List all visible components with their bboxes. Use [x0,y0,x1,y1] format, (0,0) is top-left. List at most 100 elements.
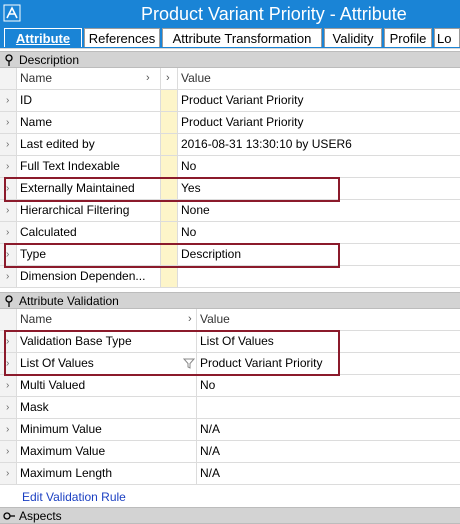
column-header-value[interactable]: Value [196,309,460,330]
row-selector[interactable]: › [0,331,17,352]
description-row-id[interactable]: › ID Product Variant Priority [0,90,460,112]
chevron-right-icon: › [6,336,10,347]
validation-row-mask[interactable]: › Mask [0,397,460,419]
row-selector [0,68,17,89]
property-value[interactable]: Yes [178,178,460,199]
row-selector[interactable]: › [0,200,17,221]
property-value[interactable]: Product Variant Priority [196,353,460,374]
validation-row-maximum-length[interactable]: › Maximum Length N/A [0,463,460,485]
description-row-calculated[interactable]: › Calculated No [0,222,460,244]
tab-profile[interactable]: Profile [384,28,432,47]
chevron-right-icon: › [146,72,150,84]
row-selector[interactable]: › [0,112,17,133]
description-row-hierarchical-filtering[interactable]: › Hierarchical Filtering None [0,200,460,222]
property-value[interactable]: No [196,375,460,396]
pin-icon[interactable] [4,54,14,66]
property-value[interactable]: List Of Values [196,331,460,352]
column-divider [160,244,178,265]
chevron-right-icon: › [6,161,10,172]
property-value[interactable]: No [178,222,460,243]
column-divider [160,178,178,199]
validation-row-multi-valued[interactable]: › Multi Valued No [0,375,460,397]
row-selector[interactable]: › [0,156,17,177]
column-divider [160,222,178,243]
description-section-label: Description [19,53,80,67]
row-selector[interactable]: › [0,419,17,440]
tab-validity[interactable]: Validity [324,28,382,47]
description-row-full-text-indexable[interactable]: › Full Text Indexable No [0,156,460,178]
column-header-name[interactable]: Name [17,309,187,330]
property-name: Type [20,247,47,261]
description-column-header: Name › › Value [0,68,460,90]
row-selector[interactable]: › [0,375,17,396]
chevron-right-icon: › [6,424,10,435]
property-name: Full Text Indexable [20,159,120,173]
column-divider [160,200,178,221]
property-name: ID [20,93,32,107]
description-section-header[interactable]: Description [0,51,460,68]
row-selector[interactable]: › [0,441,17,462]
tab-attribute-transformation[interactable]: Attribute Transformation [162,28,322,47]
property-value[interactable] [178,266,460,287]
property-value[interactable]: N/A [196,463,460,484]
property-name: Name [20,115,53,129]
edit-validation-rule-link[interactable]: Edit Validation Rule [22,488,126,506]
chevron-right-icon: › [6,358,10,369]
property-value[interactable]: None [178,200,460,221]
column-divider [160,266,178,287]
property-name: Mask [20,400,49,414]
property-name: Multi Valued [20,378,86,392]
property-name: Maximum Length [20,466,113,480]
property-value[interactable]: N/A [196,441,460,462]
property-value[interactable]: 2016-08-31 13:30:10 by USER6 [178,134,460,155]
validation-section-header[interactable]: Attribute Validation [0,292,460,309]
column-header-value[interactable]: Value [178,68,460,89]
pin-icon[interactable] [4,295,14,307]
description-row-last-edited-by[interactable]: › Last edited by 2016-08-31 13:30:10 by US… [0,134,460,156]
property-value[interactable]: Product Variant Priority [178,90,460,111]
chevron-right-icon: › [6,139,10,150]
aspects-section-header[interactable]: Aspects [0,507,460,524]
validation-row-minimum-value[interactable]: › Minimum Value N/A [0,419,460,441]
chevron-right-icon: › [6,183,10,194]
row-selector[interactable]: › [0,353,17,374]
row-selector[interactable]: › [0,90,17,111]
row-selector[interactable]: › [0,222,17,243]
row-selector[interactable]: › [0,244,17,265]
property-value[interactable]: Product Variant Priority [178,112,460,133]
validation-row-maximum-value[interactable]: › Maximum Value N/A [0,441,460,463]
row-selector[interactable]: › [0,266,17,287]
chevron-right-icon: › [6,227,10,238]
chevron-right-icon: › [6,402,10,413]
pin-collapsed-icon[interactable] [3,510,15,522]
description-row-dimension-dependen[interactable]: › Dimension Dependen... [0,266,460,288]
validation-column-header: Name › Value [0,309,460,331]
description-row-name[interactable]: › Name Product Variant Priority [0,112,460,134]
chevron-right-icon: › [6,271,10,282]
property-name: Maximum Value [20,444,106,458]
property-value[interactable] [196,397,460,418]
property-value[interactable]: Description [178,244,460,265]
chevron-right-icon: › [6,380,10,391]
filter-icon[interactable] [183,358,195,369]
chevron-right-icon: › [6,249,10,260]
tab-overflow[interactable]: Lo [434,28,460,47]
row-selector[interactable]: › [0,134,17,155]
row-selector[interactable]: › [0,397,17,418]
aspects-section-label: Aspects [19,509,62,523]
column-header-name[interactable]: Name [17,68,147,89]
description-row-externally-maintained[interactable]: › Externally Maintained Yes [0,178,460,200]
tab-bar: Attribute References Attribute Transform… [0,26,460,49]
description-row-type[interactable]: › Type Description [0,244,460,266]
tab-attribute[interactable]: Attribute [4,28,82,47]
column-divider [160,112,178,133]
chevron-right-icon: › [188,313,192,325]
property-value[interactable]: N/A [196,419,460,440]
row-selector[interactable]: › [0,463,17,484]
validation-row-list-of-values[interactable]: › List Of Values Product Variant Priority [0,353,460,375]
chevron-right-icon: › [6,468,10,479]
property-value[interactable]: No [178,156,460,177]
tab-references[interactable]: References [84,28,160,47]
validation-row-validation-base-type[interactable]: › Validation Base Type List Of Values [0,331,460,353]
row-selector[interactable]: › [0,178,17,199]
